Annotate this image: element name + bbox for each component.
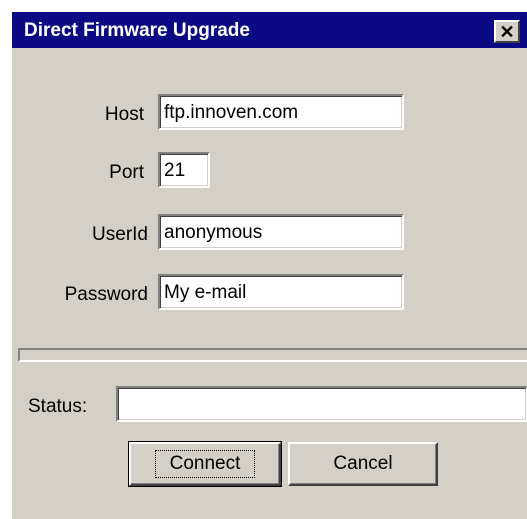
connect-button[interactable]: Connect: [128, 441, 282, 487]
close-icon: ✕: [499, 21, 515, 42]
host-label: Host: [104, 104, 144, 125]
password-label: Password: [64, 284, 148, 305]
userid-label: UserId: [92, 224, 148, 245]
dialog-title: Direct Firmware Upgrade: [24, 20, 250, 41]
status-label: Status:: [28, 396, 88, 417]
firmware-upgrade-dialog: Direct Firmware Upgrade ✕ Host ftp.innov…: [10, 10, 527, 519]
port-label: Port: [109, 162, 144, 183]
title-bar[interactable]: Direct Firmware Upgrade ✕: [12, 12, 527, 48]
close-button[interactable]: ✕: [494, 20, 520, 43]
port-field[interactable]: 21: [158, 152, 210, 188]
userid-field[interactable]: anonymous: [158, 214, 404, 250]
cancel-button-label: Cancel: [333, 453, 393, 474]
password-field[interactable]: My e-mail: [158, 274, 404, 310]
status-field: [116, 386, 527, 422]
cancel-button[interactable]: Cancel: [288, 442, 438, 486]
connect-button-label: Connect: [154, 450, 256, 478]
host-field[interactable]: ftp.innoven.com: [158, 94, 404, 130]
progress-bar: [18, 348, 527, 362]
